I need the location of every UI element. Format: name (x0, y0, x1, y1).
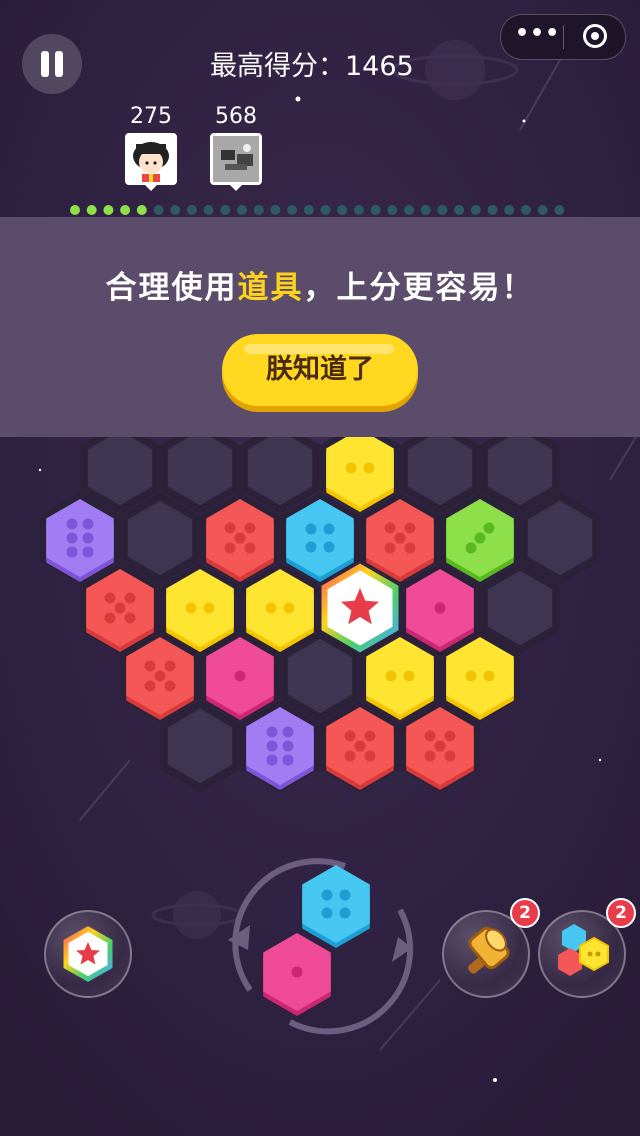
hammer-count-badge: 2 (510, 898, 540, 928)
shuffle-count-badge: 2 (606, 898, 636, 928)
game-screen: ••• 最高得分：1465 275 568 合理使用道具，上分更容易！ 朕知道了… (0, 0, 640, 1136)
star-tool-button[interactable] (44, 910, 132, 998)
rainbow-star-hexagon-icon (63, 926, 113, 982)
pink-hex-tile[interactable] (263, 933, 331, 1016)
blue-hex-tile[interactable] (302, 865, 370, 948)
